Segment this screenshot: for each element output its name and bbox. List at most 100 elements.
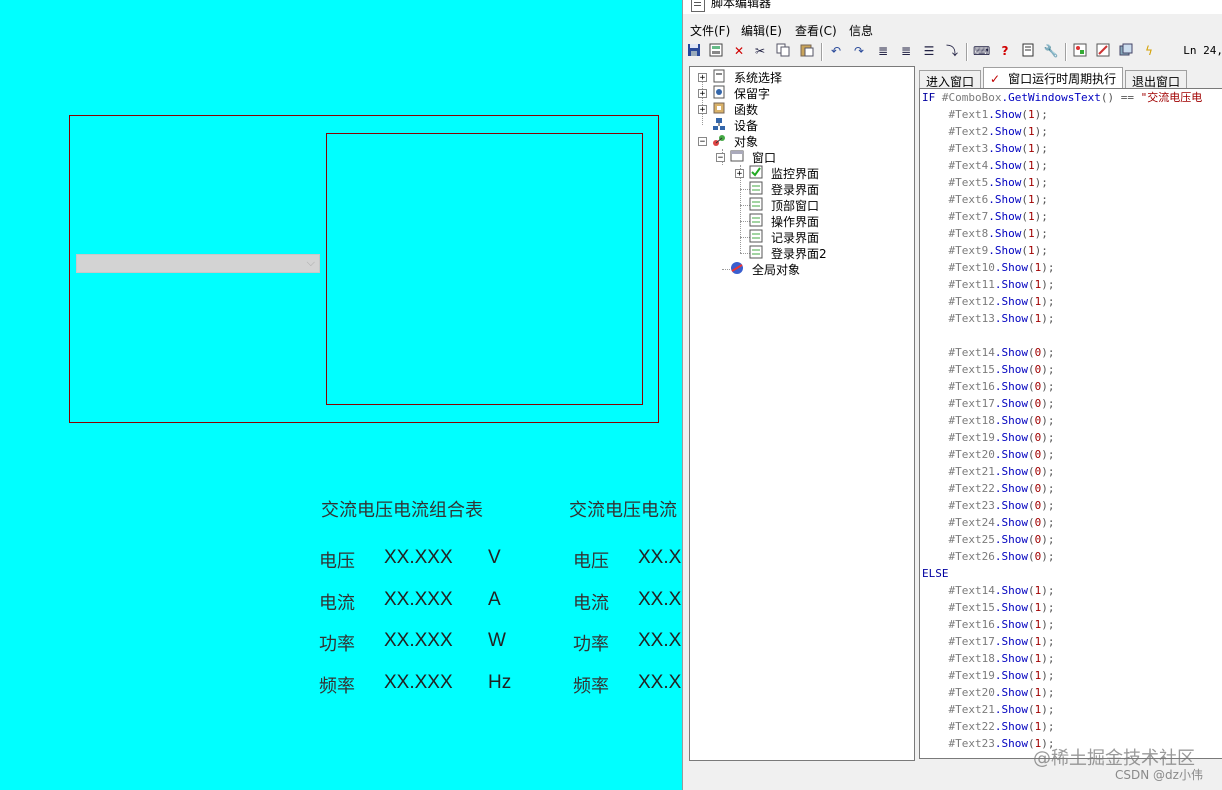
code-token: .Show bbox=[994, 584, 1028, 597]
window-icon[interactable] bbox=[1118, 43, 1134, 59]
copy-icon[interactable] bbox=[775, 43, 791, 59]
menu-info[interactable]: 信息 bbox=[849, 22, 873, 39]
tree-label: 设备 bbox=[734, 119, 759, 133]
cursor-position: Ln 24, bbox=[1183, 44, 1222, 57]
code-token: ; bbox=[1047, 720, 1055, 733]
code-token: .Show bbox=[994, 448, 1028, 461]
book-icon[interactable] bbox=[1020, 43, 1036, 59]
group-frame-inner[interactable] bbox=[326, 133, 643, 405]
menu-edit[interactable]: 编辑(E) bbox=[741, 22, 782, 39]
code-token: ; bbox=[1047, 652, 1055, 665]
meter2-value-voltage[interactable]: XX.X bbox=[638, 547, 681, 569]
code-line: #Text19.Show(1); bbox=[948, 669, 1055, 682]
code-token: #Text24 bbox=[948, 516, 995, 529]
code-token: .Show bbox=[988, 210, 1022, 223]
code-line: #Text6.Show(1); bbox=[948, 193, 1048, 206]
menu-file[interactable]: 文件(F) bbox=[690, 22, 730, 39]
meter-title[interactable]: 交流电压电流组合表 bbox=[321, 496, 483, 522]
cut-icon[interactable]: ✂ bbox=[752, 43, 768, 59]
toolbar-separator bbox=[966, 43, 968, 61]
tab-periodic[interactable]: ✓ 窗口运行时周期执行 bbox=[983, 67, 1124, 88]
meter-label-frequency[interactable]: 频率 bbox=[319, 672, 355, 698]
code-token: ; bbox=[1047, 635, 1055, 648]
meter-unit-voltage[interactable]: V bbox=[488, 547, 501, 569]
image-icon[interactable] bbox=[1072, 43, 1088, 59]
code-editor[interactable]: IF #ComboBox.GetWindowsText() == "交流电压电 … bbox=[919, 88, 1222, 759]
code-token: .Show bbox=[994, 278, 1028, 291]
expand-icon[interactable]: + bbox=[735, 169, 744, 179]
code-token: () == bbox=[1100, 91, 1141, 104]
expand-icon[interactable]: + bbox=[698, 73, 707, 83]
tab-enter-window[interactable]: 进入窗口 bbox=[919, 70, 982, 89]
chevron-down-icon[interactable]: ⌵ bbox=[307, 256, 315, 270]
code-token: #Text23 bbox=[948, 737, 995, 750]
paste-icon[interactable] bbox=[799, 43, 815, 59]
meter-value-frequency[interactable]: XX.XXX bbox=[384, 672, 453, 694]
code-line: #Text18.Show(1); bbox=[948, 652, 1055, 665]
meter-unit-power[interactable]: W bbox=[488, 630, 506, 652]
meter-value-voltage[interactable]: XX.XXX bbox=[384, 547, 453, 569]
check-icon: ✓ bbox=[990, 72, 1001, 86]
code-token: #Text18 bbox=[948, 652, 995, 665]
collapse-icon[interactable]: − bbox=[698, 137, 707, 147]
meter-label-power[interactable]: 功率 bbox=[319, 630, 355, 656]
outdent-icon[interactable]: ≣ bbox=[898, 43, 914, 59]
keyboard-icon[interactable]: ⌨ bbox=[973, 43, 990, 59]
tab-exit-window[interactable]: 退出窗口 bbox=[1125, 70, 1188, 89]
meter2-label-power[interactable]: 功率 bbox=[573, 630, 609, 656]
title-bar[interactable]: 脚本编辑器 bbox=[683, 0, 1222, 14]
objects-icon bbox=[712, 133, 726, 147]
meter-label-voltage[interactable]: 电压 bbox=[319, 547, 355, 573]
collapse-icon[interactable]: − bbox=[716, 153, 725, 163]
code-line: #Text24.Show(0); bbox=[948, 516, 1055, 529]
meter2-label-current[interactable]: 电流 bbox=[573, 589, 609, 615]
code-token: #Text5 bbox=[948, 176, 989, 189]
code-line: #Text9.Show(1); bbox=[948, 244, 1048, 257]
code-token: 1 bbox=[1028, 125, 1035, 138]
code-token: .GetWindowsText bbox=[1001, 91, 1101, 104]
code-line: #Text16.Show(0); bbox=[948, 380, 1055, 393]
code-token: 1 bbox=[1028, 244, 1035, 257]
wrench-icon[interactable]: 🔧 bbox=[1043, 43, 1059, 59]
code-token: IF bbox=[922, 91, 936, 104]
tree-label: 全局对象 bbox=[752, 263, 801, 277]
meter2-value-frequency[interactable]: XX.X bbox=[638, 672, 681, 694]
menu-view[interactable]: 查看(C) bbox=[795, 22, 837, 39]
meter2-value-power[interactable]: XX.X bbox=[638, 630, 681, 652]
comment-icon[interactable]: ⤵ bbox=[944, 43, 960, 59]
code-token: ; bbox=[1047, 380, 1055, 393]
meter2-label-voltage[interactable]: 电压 bbox=[573, 547, 609, 573]
code-token: #Text14 bbox=[948, 346, 995, 359]
delete-icon[interactable]: ✕ bbox=[731, 43, 747, 59]
meter-value-current[interactable]: XX.XXX bbox=[384, 589, 453, 611]
code-line: #Text17.Show(0); bbox=[948, 397, 1055, 410]
meter-unit-current[interactable]: A bbox=[488, 589, 501, 611]
save-all-icon[interactable] bbox=[708, 43, 724, 59]
expand-icon[interactable]: + bbox=[698, 105, 707, 115]
undo-icon[interactable]: ↶ bbox=[828, 43, 844, 59]
code-token: #Text20 bbox=[948, 686, 995, 699]
combo-box[interactable]: ⌵ bbox=[76, 254, 320, 273]
meter2-value-current[interactable]: XX.X bbox=[638, 589, 681, 611]
meter2-label-frequency[interactable]: 频率 bbox=[573, 672, 609, 698]
code-token: .Show bbox=[988, 176, 1022, 189]
lightning-icon[interactable]: ϟ bbox=[1141, 43, 1157, 59]
expand-icon[interactable]: + bbox=[698, 89, 707, 99]
align-icon[interactable]: ☰ bbox=[921, 43, 937, 59]
edit-icon[interactable] bbox=[1095, 43, 1111, 59]
indent-icon[interactable]: ≣ bbox=[875, 43, 891, 59]
globe-icon bbox=[730, 261, 744, 275]
object-tree[interactable]: + 系统选择 + 保留字 + 函数 设备 − 对象 − 窗口 + 监控界面 登录… bbox=[689, 66, 915, 761]
meter-label-current[interactable]: 电流 bbox=[319, 589, 355, 615]
redo-icon[interactable]: ↷ bbox=[851, 43, 867, 59]
meter-unit-frequency[interactable]: Hz bbox=[488, 672, 511, 694]
code-token: #Text22 bbox=[948, 482, 995, 495]
save-icon[interactable] bbox=[686, 43, 702, 59]
meter-title-2[interactable]: 交流电压电流 bbox=[569, 496, 677, 522]
design-canvas[interactable]: ⌵ 交流电压电流组合表 电压 XX.XXX V 电流 XX.XXX A 功率 X… bbox=[0, 0, 682, 790]
code-line: #Text2.Show(1); bbox=[948, 125, 1048, 138]
help-icon[interactable]: ? bbox=[997, 43, 1013, 59]
meter-value-power[interactable]: XX.XXX bbox=[384, 630, 453, 652]
code-token: 1 bbox=[1028, 176, 1035, 189]
code-token: 1 bbox=[1028, 227, 1035, 240]
